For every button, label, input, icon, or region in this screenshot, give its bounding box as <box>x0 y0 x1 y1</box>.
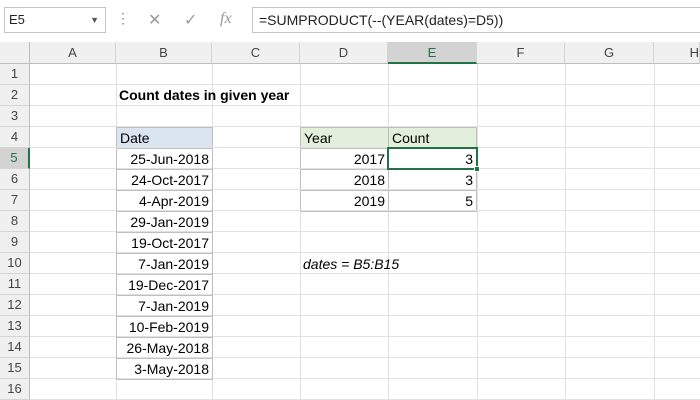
column-header-b[interactable]: B <box>116 42 212 64</box>
count-cell[interactable]: 5 <box>388 190 477 212</box>
select-all-corner[interactable] <box>0 42 30 64</box>
grid-line <box>30 126 700 127</box>
year-cell[interactable]: 2019 <box>300 190 389 212</box>
fill-handle[interactable] <box>474 166 480 172</box>
grid-line <box>300 64 301 400</box>
worksheet-grid: A B C D E F G H Count dates in given yea… <box>0 42 700 400</box>
cancel-x-icon[interactable]: ✕ <box>148 10 161 30</box>
column-header-c[interactable]: C <box>212 42 300 64</box>
grid-line <box>388 64 389 400</box>
row-header-14[interactable]: 14 <box>0 337 30 358</box>
grid-line <box>30 105 700 106</box>
date-cell[interactable]: 19-Dec-2017 <box>116 274 213 296</box>
column-header-e[interactable]: E <box>388 42 477 64</box>
name-box[interactable]: E5 ▼ <box>4 7 106 33</box>
row-header-13[interactable]: 13 <box>0 316 30 337</box>
row-header-15[interactable]: 15 <box>0 358 30 379</box>
row-header-11[interactable]: 11 <box>0 274 30 295</box>
row-header-10[interactable]: 10 <box>0 253 30 274</box>
count-cell[interactable]: 3 <box>388 169 477 191</box>
row-header-1[interactable]: 1 <box>0 64 30 85</box>
year-header-cell[interactable]: Year <box>300 127 389 149</box>
row-header-2[interactable]: 2 <box>0 85 30 106</box>
row-header-9[interactable]: 9 <box>0 232 30 253</box>
year-cell[interactable]: 2018 <box>300 169 389 191</box>
column-header-h[interactable]: H <box>654 42 700 64</box>
formula-input[interactable]: =SUMPRODUCT(--(YEAR(dates)=D5)) <box>252 7 700 33</box>
name-box-dropdown-icon[interactable]: ▼ <box>90 8 99 32</box>
checkmark-icon[interactable]: ✓ <box>184 10 197 30</box>
year-cell[interactable]: 2017 <box>300 148 389 170</box>
formula-text: =SUMPRODUCT(--(YEAR(dates)=D5)) <box>259 12 504 28</box>
row-header-6[interactable]: 6 <box>0 169 30 190</box>
grid-line <box>565 64 566 400</box>
date-cell[interactable]: 29-Jan-2019 <box>116 211 213 233</box>
row-header-4[interactable]: 4 <box>0 127 30 148</box>
date-cell[interactable]: 25-Jun-2018 <box>116 148 213 170</box>
row-header-7[interactable]: 7 <box>0 190 30 211</box>
grid-line <box>654 64 655 400</box>
splitter-dots-icon[interactable]: ⋮ <box>116 10 131 27</box>
name-box-value: E5 <box>9 12 25 27</box>
column-header-d[interactable]: D <box>300 42 388 64</box>
date-cell[interactable]: 7-Jan-2019 <box>116 253 213 275</box>
column-header-a[interactable]: A <box>30 42 116 64</box>
grid-line <box>30 84 700 85</box>
date-cell[interactable]: 24-Oct-2017 <box>116 169 213 191</box>
row-header-16[interactable]: 16 <box>0 379 30 400</box>
row-header-8[interactable]: 8 <box>0 211 30 232</box>
date-cell[interactable]: 7-Jan-2019 <box>116 295 213 317</box>
fx-icon[interactable]: fx <box>220 10 232 28</box>
formula-bar-area: E5 ▼ ⋮ ✕ ✓ fx =SUMPRODUCT(--(YEAR(dates)… <box>0 0 700 42</box>
grid-line <box>477 64 478 400</box>
selected-cell-outline <box>387 147 478 170</box>
column-header-f[interactable]: F <box>477 42 565 64</box>
row-header-3[interactable]: 3 <box>0 106 30 127</box>
sheet-title[interactable]: Count dates in given year <box>119 85 289 106</box>
date-cell[interactable]: 3-May-2018 <box>116 358 213 380</box>
column-header-g[interactable]: G <box>565 42 654 64</box>
named-range-note[interactable]: dates = B5:B15 <box>303 254 399 275</box>
row-header-5[interactable]: 5 <box>0 148 30 169</box>
date-cell[interactable]: 19-Oct-2017 <box>116 232 213 254</box>
date-cell[interactable]: 10-Feb-2019 <box>116 316 213 338</box>
date-header-cell[interactable]: Date <box>116 127 213 149</box>
count-header-cell[interactable]: Count <box>388 127 477 149</box>
date-cell[interactable]: 26-May-2018 <box>116 337 213 359</box>
row-header-12[interactable]: 12 <box>0 295 30 316</box>
date-cell[interactable]: 4-Apr-2019 <box>116 190 213 212</box>
